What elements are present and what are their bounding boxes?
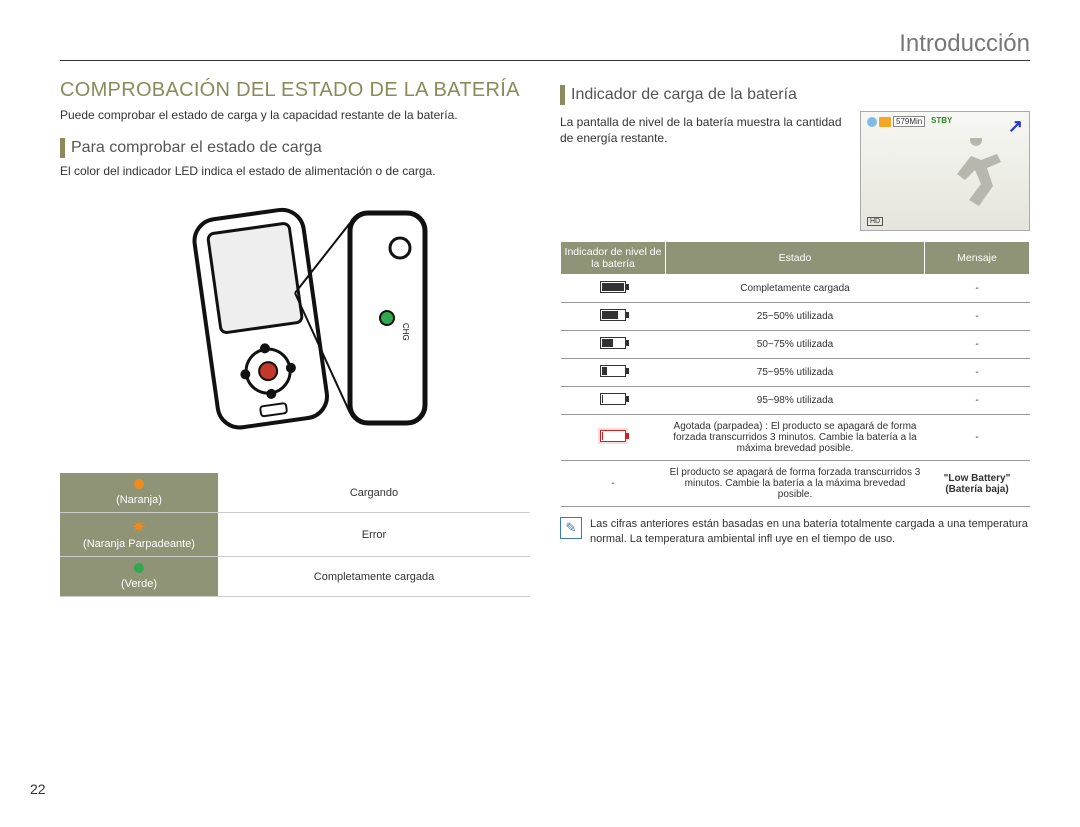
remaining-min: 579Min (893, 116, 925, 127)
right-intro-block: 579Min STBY ↗ HD La pantalla de nivel de… (560, 111, 1030, 231)
page-number: 22 (30, 781, 46, 797)
sub-text-left: El color del indicador LED indica el est… (60, 164, 530, 180)
table-header-row: Indicador de nivel de la batería Estado … (561, 242, 1030, 275)
batt-msg: - (925, 275, 1030, 303)
main-heading: COMPROBACIÓN DEL ESTADO DE LA BATERÍA (60, 79, 530, 102)
left-column: COMPROBACIÓN DEL ESTADO DE LA BATERÍA Pu… (60, 79, 530, 597)
led-orange-blink-cell: (Naranja Parpadeante) (60, 513, 218, 557)
table-row: (Verde) Completamente cargada (60, 557, 530, 597)
note-text: Las cifras anteriores están basadas en u… (590, 517, 1030, 547)
led-orange-cell: (Naranja) (60, 473, 218, 513)
led-status: Cargando (218, 473, 530, 513)
table-row: - El producto se apagará de forma forzad… (561, 461, 1030, 507)
batt-msg: - (925, 359, 1030, 387)
led-green-icon (134, 563, 144, 573)
two-column-layout: COMPROBACIÓN DEL ESTADO DE LA BATERÍA Pu… (60, 79, 1030, 597)
batt-msg: - (925, 331, 1030, 359)
batt-icon-cell (561, 359, 666, 387)
batt-status: Completamente cargada (666, 275, 925, 303)
sub-heading-left: Para comprobar el estado de carga (60, 138, 530, 158)
page-header: Introducción (60, 30, 1030, 61)
th-message: Mensaje (925, 242, 1030, 275)
screen-top-left: 579Min (867, 116, 925, 127)
note-icon: ✎ (560, 517, 582, 539)
sub-heading-text: Indicador de carga de la batería (571, 86, 797, 104)
batt-msg: - (925, 303, 1030, 331)
table-row: Completamente cargada - (561, 275, 1030, 303)
batt-status: 75~95% utilizada (666, 359, 925, 387)
stby-label: STBY (931, 116, 952, 125)
battery-0bar-icon (600, 393, 626, 405)
table-row: Agotada (parpadea) : El producto se apag… (561, 415, 1030, 461)
battery-1bar-icon (600, 365, 626, 377)
arrow-up-icon: ↗ (1008, 116, 1023, 137)
battery-level-table: Indicador de nivel de la batería Estado … (560, 241, 1030, 507)
batt-icon-cell (561, 331, 666, 359)
batt-status: 50~75% utilizada (666, 331, 925, 359)
batt-msg: - (925, 415, 1030, 461)
intro-text: Puede comprobar el estado de carga y la … (60, 108, 530, 124)
led-green-cell: (Verde) (60, 557, 218, 597)
device-illustration: CHG (60, 193, 530, 473)
batt-status: El producto se apagará de forma forzada … (666, 461, 925, 507)
led-orange-blink-icon (131, 519, 147, 535)
led-orange-icon (134, 479, 144, 489)
batt-msg: "Low Battery" (Batería baja) (925, 461, 1030, 507)
sub-heading-right: Indicador de carga de la batería (560, 85, 1030, 105)
battery-2bar-icon (600, 337, 626, 349)
table-row: 95~98% utilizada - (561, 387, 1030, 415)
battery-full-icon (600, 281, 626, 293)
batt-icon-cell (561, 303, 666, 331)
sub-heading-text: Para comprobar el estado de carga (71, 139, 322, 157)
th-status: Estado (666, 242, 925, 275)
batt-msg: - (925, 387, 1030, 415)
led-status: Error (218, 513, 530, 557)
skater-icon (941, 138, 1011, 218)
table-row: (Naranja) Cargando (60, 473, 530, 513)
camcorder-svg: CHG (145, 193, 445, 453)
disc-icon (867, 117, 877, 127)
hd-badge: HD (867, 217, 883, 226)
batt-icon-cell (561, 387, 666, 415)
batt-status: Agotada (parpadea) : El producto se apag… (666, 415, 925, 461)
batt-icon-cell (561, 275, 666, 303)
table-row: 25~50% utilizada - (561, 303, 1030, 331)
batt-icon-cell (561, 415, 666, 461)
svg-text:CHG: CHG (401, 323, 410, 341)
led-status: Completamente cargada (218, 557, 530, 597)
led-label: (Naranja Parpadeante) (83, 538, 195, 550)
batt-icon-cell: - (561, 461, 666, 507)
battery-screen-preview: 579Min STBY ↗ HD (860, 111, 1030, 231)
table-row: 50~75% utilizada - (561, 331, 1030, 359)
table-row: (Naranja Parpadeante) Error (60, 513, 530, 557)
sd-card-icon (879, 117, 891, 127)
led-status-table: (Naranja) Cargando (Naranja Parpadeante)… (60, 473, 530, 597)
note-block: ✎ Las cifras anteriores están basadas en… (560, 517, 1030, 547)
table-row: 75~95% utilizada - (561, 359, 1030, 387)
th-indicator: Indicador de nivel de la batería (561, 242, 666, 275)
manual-page: Introducción COMPROBACIÓN DEL ESTADO DE … (0, 0, 1080, 827)
batt-status: 25~50% utilizada (666, 303, 925, 331)
led-label: (Verde) (121, 578, 157, 590)
right-column: Indicador de carga de la batería 579Min … (560, 79, 1030, 597)
battery-red-blink-icon (600, 430, 626, 442)
led-label: (Naranja) (116, 494, 162, 506)
battery-3bar-icon (600, 309, 626, 321)
batt-status: 95~98% utilizada (666, 387, 925, 415)
